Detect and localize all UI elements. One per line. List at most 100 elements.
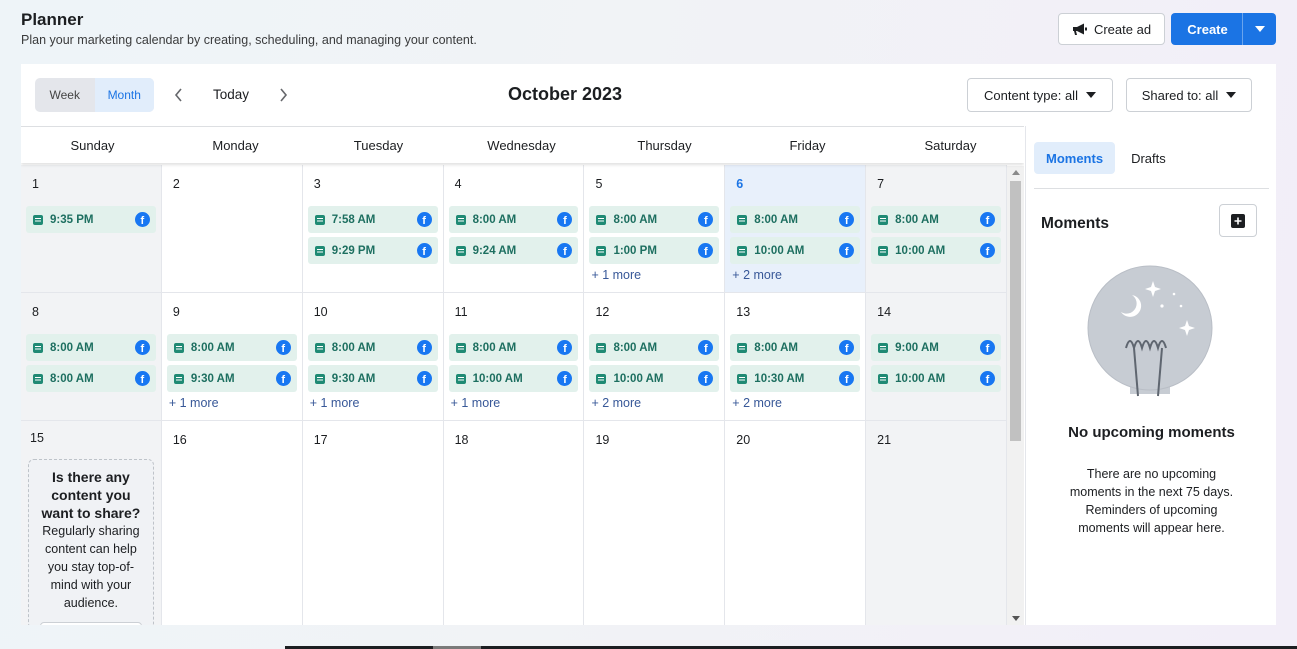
calendar-day[interactable]: 20 [725,421,867,625]
shared-to-dropdown[interactable]: Shared to: all [1126,78,1252,112]
facebook-icon: f [557,243,573,258]
scheduled-post[interactable]: 9:24 AM f [448,237,579,264]
calendar-day[interactable]: 16 [161,421,303,625]
today-button[interactable]: Today [213,87,249,102]
tab-moments[interactable]: Moments [1034,142,1116,174]
facebook-icon: f [839,243,855,258]
post-time: 8:00 AM [613,341,658,354]
calendar-day[interactable]: 15 Is there any content you want to share… [21,421,162,625]
more-posts-link[interactable]: + 1 more [451,396,579,410]
more-posts-link[interactable]: + 2 more [732,396,860,410]
scheduled-post[interactable]: 10:30 AM f [730,365,861,392]
post-icon [878,342,889,353]
scheduled-post[interactable]: 8:00 AM f [166,334,297,361]
scheduled-post[interactable]: 8:00 AM f [448,206,579,233]
megaphone-icon [1072,23,1087,35]
scheduled-post[interactable]: 9:35 PM f [26,206,156,233]
post-icon [33,214,43,225]
calendar-scrollbar[interactable] [1007,166,1024,625]
scheduled-post[interactable]: 10:00 AM f [730,237,861,264]
calendar-day[interactable]: 19 [584,421,726,625]
week-view-button[interactable]: Week [35,78,95,112]
scheduled-post[interactable]: 9:30 AM f [307,365,438,392]
day-number: 13 [736,305,751,319]
post-time: 1:00 PM [613,244,657,257]
calendar-day[interactable]: 12 8:00 AM f 10:00 AM f + 2 more [584,293,726,420]
create-menu-chevron-icon[interactable] [1242,13,1276,45]
scheduled-post[interactable]: 10:00 AM f [589,365,720,392]
calendar-week: 15 Is there any content you want to share… [21,421,1008,625]
month-view-button[interactable]: Month [94,78,154,112]
calendar-day[interactable]: 6 8:00 AM f 10:00 AM f + 2 more [725,165,867,292]
tip-action-button[interactable] [40,622,142,625]
scrollbar-thumb[interactable] [1010,181,1021,441]
scheduled-post[interactable]: 8:00 AM f [730,334,861,361]
day-number: 18 [454,433,469,447]
facebook-icon: f [416,371,432,386]
scheduled-post[interactable]: 9:00 AM f [871,334,1002,361]
calendar-day[interactable]: 18 [443,421,585,625]
calendar-day[interactable]: 11 8:00 AM f 10:00 AM f + 1 more [443,293,585,420]
post-icon [596,373,607,384]
more-posts-link[interactable]: + 1 more [169,396,297,410]
more-posts-link[interactable]: + 1 more [591,268,719,282]
post-icon [33,373,43,384]
post-icon [878,373,889,384]
create-button[interactable]: Create [1171,13,1276,45]
weekday-label: Monday [212,137,259,153]
calendar-day[interactable]: 17 [302,421,444,625]
scheduled-post[interactable]: 8:00 AM f [589,206,720,233]
scheduled-post[interactable]: 8:00 AM f [307,334,438,361]
content-type-dropdown[interactable]: Content type: all [967,78,1113,112]
calendar-day[interactable]: 3 7:58 AM f 9:29 PM f [302,165,444,292]
scheduled-post[interactable]: 7:58 AM f [307,206,438,233]
facebook-icon: f [275,340,291,355]
calendar-day[interactable]: 10 8:00 AM f 9:30 AM f + 1 more [302,293,444,420]
more-posts-link[interactable]: + 1 more [310,396,438,410]
day-number: 17 [313,433,328,447]
scheduled-post[interactable]: 8:00 AM f [26,365,156,392]
calendar-day[interactable]: 4 8:00 AM f 9:24 AM f [443,165,585,292]
calendar-day[interactable]: 14 9:00 AM f 10:00 AM f [866,293,1008,420]
post-icon [878,245,889,256]
scheduled-post[interactable]: 8:00 AM f [448,334,579,361]
scheduled-post[interactable]: 8:00 AM f [26,334,156,361]
chevron-left-icon[interactable] [171,86,187,104]
scheduled-post[interactable]: 10:00 AM f [871,365,1002,392]
more-posts-link[interactable]: + 2 more [732,268,860,282]
chevron-right-icon[interactable] [275,86,291,104]
calendar-week: 1 9:35 PM f 2 3 7:58 AM f 9:29 PM f 4 8:00 AM f 9:24… [21,165,1008,293]
post-time: 8:00 AM [50,341,94,354]
calendar-toolbar: Week Month Today October 2023 Content ty… [21,64,1276,126]
calendar-day[interactable]: 7 8:00 AM f 10:00 AM f [866,165,1008,292]
facebook-icon: f [839,371,855,386]
scroll-down-icon[interactable] [1012,616,1020,621]
scheduled-post[interactable]: 9:29 PM f [307,237,438,264]
scheduled-post[interactable]: 8:00 AM f [730,206,861,233]
calendar-day[interactable]: 5 8:00 AM f 1:00 PM f + 1 more [584,165,726,292]
calendar-day[interactable]: 2 [161,165,303,292]
post-time: 10:00 AM [472,372,523,385]
more-posts-link[interactable]: + 2 more [591,396,719,410]
add-moment-button[interactable] [1219,204,1257,237]
calendar-day[interactable]: 9 8:00 AM f 9:30 AM f + 1 more [161,293,303,420]
empty-state-description: There are no upcoming moments in the nex… [1069,467,1234,535]
tab-drafts[interactable]: Drafts [1119,142,1178,174]
scheduled-post[interactable]: 9:30 AM f [166,365,297,392]
post-icon [737,245,748,256]
calendar-day[interactable]: 1 9:35 PM f [21,165,162,292]
weekday-label: Wednesday [487,137,556,153]
scheduled-post[interactable]: 1:00 PM f [589,237,720,264]
scheduled-post[interactable]: 8:00 AM f [589,334,720,361]
scheduled-post[interactable]: 10:00 AM f [448,365,579,392]
calendar-day[interactable]: 21 [866,421,1008,625]
facebook-icon: f [698,212,714,227]
weekday-label: Saturday [924,137,977,153]
calendar-day[interactable]: 8 8:00 AM f 8:00 AM f [21,293,162,420]
create-ad-button[interactable]: Create ad [1058,13,1165,45]
post-time: 10:30 AM [754,372,805,385]
calendar-day[interactable]: 13 8:00 AM f 10:30 AM f + 2 more [725,293,867,420]
scroll-up-icon[interactable] [1012,170,1020,175]
scheduled-post[interactable]: 10:00 AM f [871,237,1002,264]
scheduled-post[interactable]: 8:00 AM f [871,206,1002,233]
